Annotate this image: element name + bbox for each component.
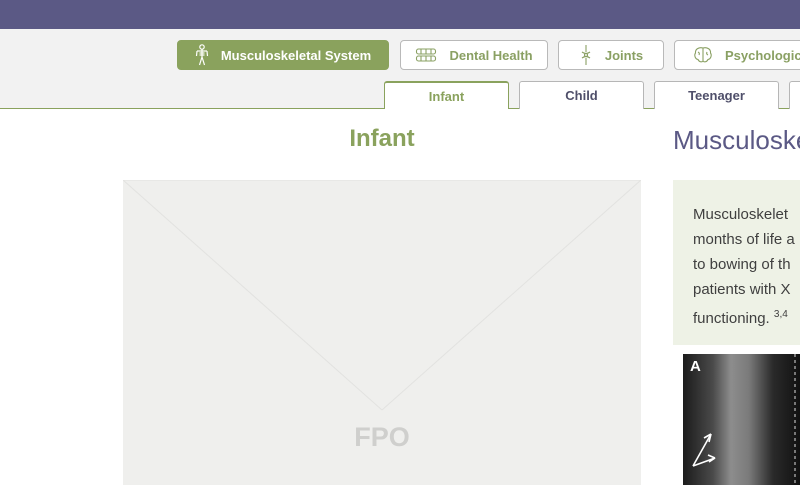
teeth-icon (416, 48, 437, 62)
info-line: Musculoskelet (693, 206, 789, 223)
category-label: Musculoskeletal System (220, 47, 372, 63)
category-button-psychological[interactable]: Psychologica (674, 40, 800, 70)
image-placeholder: FPO (123, 180, 641, 485)
joint-icon (581, 45, 591, 65)
placeholder-label: FPO (354, 422, 410, 452)
top-bar (0, 0, 800, 29)
citation-superscript: 3,4 (773, 309, 788, 320)
tab-label: Child (565, 88, 598, 103)
tab-label: Teenager (688, 88, 745, 103)
info-line: to bowing of th (693, 256, 791, 273)
page: Musculoskeletal System Dental Health Joi… (0, 0, 800, 485)
tab-infant[interactable]: Infant (384, 81, 509, 109)
info-line: months of life a (693, 231, 795, 248)
arrow-annotation-icon (692, 354, 796, 485)
category-label: Dental Health (449, 47, 533, 63)
category-button-joints[interactable]: Joints (558, 40, 664, 70)
info-line-text: functioning. (693, 310, 770, 327)
info-line: functioning. 3,4 (693, 302, 800, 331)
info-text: Musculoskelet months of life a to bowing… (693, 202, 800, 331)
tab-label: Infant (428, 88, 465, 104)
tab-teenager[interactable]: Teenager (654, 81, 779, 109)
category-label: Psychologica (725, 47, 800, 63)
brain-icon (694, 47, 712, 63)
side-title: Musculoske (673, 125, 800, 155)
category-button-musculoskeletal[interactable]: Musculoskeletal System (177, 40, 389, 70)
info-box: Musculoskelet months of life a to bowing… (673, 180, 800, 345)
category-label: Joints (604, 47, 644, 63)
tab-child[interactable]: Child (519, 81, 644, 109)
category-button-dental-health[interactable]: Dental Health (400, 40, 548, 70)
skeleton-icon (195, 44, 208, 66)
tab-next[interactable] (789, 81, 800, 109)
section-title: Infant (349, 125, 415, 152)
info-line: patients with X (693, 281, 791, 298)
xray-image: A (683, 354, 800, 485)
